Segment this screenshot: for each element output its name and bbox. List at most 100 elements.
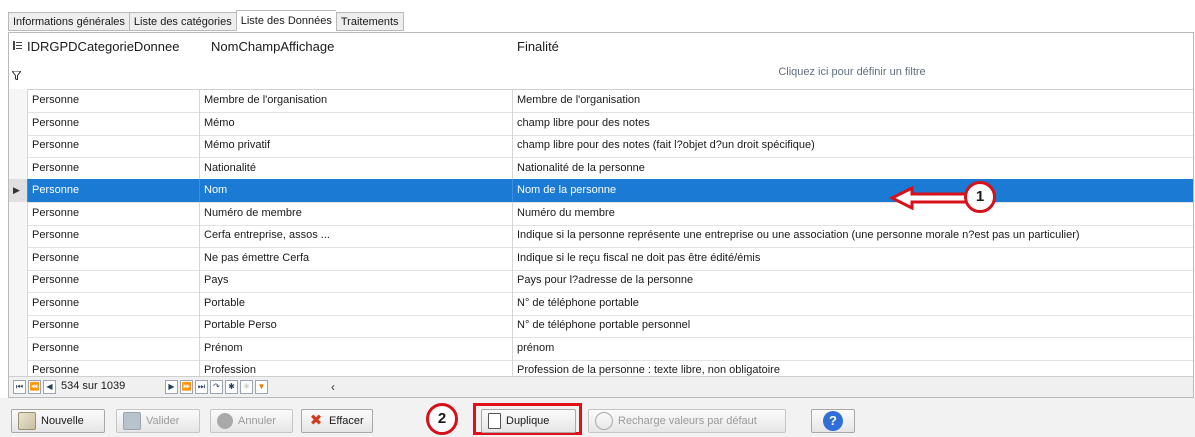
table-cell[interactable]: Nationalité [199,156,512,180]
effacer-button[interactable]: ✖ Effacer [301,409,373,433]
column-header-nomchampaffichage[interactable]: NomChampAffichage [211,39,334,54]
recharge-label: Recharge valeurs par défaut [618,415,757,427]
delete-x-icon: ✖ [309,412,323,429]
recharge-valeurs-button[interactable]: Recharge valeurs par défaut [588,409,786,433]
next-record-icon[interactable]: ▶ [165,380,178,394]
asterisk-icon[interactable]: ✱ [225,380,238,394]
row-selector[interactable] [9,269,28,292]
table-cell[interactable]: Pays [199,269,512,292]
table-row[interactable]: Personne Prénom prénom [9,336,1193,361]
asterisk-disabled-icon: ✳ [240,380,253,394]
table-cell[interactable]: Indique si la personne représente une en… [512,224,1193,247]
column-chooser-icon[interactable] [13,41,22,50]
column-header-idrgpdcategoriedonnee[interactable]: IDRGPDCategorieDonnee [27,39,179,54]
table-cell[interactable]: Personne [27,291,199,315]
table-cell[interactable]: prénom [512,336,1193,360]
table-cell[interactable]: Numéro de membre [199,201,512,225]
table-cell[interactable]: Membre de l'organisation [512,89,1193,112]
tab-traitements[interactable]: Traitements [335,12,404,31]
save-icon [123,412,141,430]
table-cell[interactable]: Mémo privatif [199,134,512,157]
table-row[interactable]: Personne Membre de l'organisation Membre d… [9,89,1193,113]
table-row[interactable]: Personne Portable Perso N° de téléphone po… [9,314,1193,338]
table-row[interactable]: Personne Ne pas émettre Cerfa Indique si l… [9,246,1193,271]
copy-icon [488,413,501,429]
table-cell[interactable]: champ libre pour des notes (fait l?objet… [512,134,1193,157]
callout-2: 2 [426,403,458,435]
cancel-icon [217,413,233,429]
reload-icon [595,412,613,430]
table-cell[interactable]: Ne pas émettre Cerfa [199,246,512,270]
table-row[interactable]: Personne Cerfa entreprise, assos ... Indiq… [9,224,1193,248]
table-cell[interactable]: Personne [27,246,199,270]
tab-liste-categories[interactable]: Liste des catégories [128,12,236,31]
nouvelle-button[interactable]: Nouvelle [11,409,105,433]
table-cell[interactable]: Portable [199,291,512,315]
tab-liste-donnees[interactable]: Liste des Données [235,10,336,31]
table-cell[interactable]: N° de téléphone portable [512,291,1193,315]
tab-informations-generales[interactable]: Informations générales [8,12,129,31]
table-cell[interactable]: Indique si le reçu fiscal ne doit pas êt… [512,246,1193,270]
table-cell[interactable]: Personne [27,179,199,202]
table-cell[interactable]: Personne [27,224,199,247]
table-cell[interactable]: Personne [27,269,199,292]
duplique-button[interactable]: Duplique [481,409,576,433]
table-cell[interactable]: Personne [27,111,199,135]
prev-page-icon[interactable]: ⏪ [28,380,41,394]
row-selector[interactable] [9,134,28,157]
row-selector[interactable] [9,336,28,360]
row-selector[interactable]: ▶ [9,179,28,202]
table-cell[interactable]: Personne [27,201,199,225]
table-cell[interactable]: N° de téléphone portable personnel [512,314,1193,337]
table-row[interactable]: Personne Numéro de membre Numéro du membre [9,201,1193,226]
row-selector[interactable] [9,156,28,180]
help-button[interactable]: ? [811,409,855,433]
grid-header: IDRGPDCategorieDonnee NomChampAffichage … [9,33,1193,57]
column-header-finalite[interactable]: Finalité [517,39,559,54]
valider-button[interactable]: Valider [116,409,200,433]
row-selector[interactable] [9,224,28,247]
table-cell[interactable]: Personne [27,89,199,112]
row-selector[interactable] [9,111,28,135]
row-selector[interactable] [9,291,28,315]
data-grid: IDRGPDCategorieDonnee NomChampAffichage … [8,32,1194,398]
table-cell[interactable]: Personne [27,336,199,360]
row-selector[interactable] [9,201,28,225]
table-cell[interactable]: Prénom [199,336,512,360]
annuler-button[interactable]: Annuler [210,409,293,433]
table-row[interactable]: Personne Mémo privatif champ libre pour de… [9,134,1193,158]
row-selector[interactable] [9,314,28,337]
refresh-icon[interactable]: ↷ [210,380,223,394]
table-cell[interactable]: Nationalité de la personne [512,156,1193,180]
next-page-icon[interactable]: ⏩ [180,380,193,394]
table-cell[interactable]: Nom de la personne [512,179,1193,202]
row-selector[interactable] [9,89,28,112]
table-cell[interactable]: Cerfa entreprise, assos ... [199,224,512,247]
table-cell[interactable]: champ libre pour des notes [512,111,1193,135]
filter-hint[interactable]: Cliquez ici pour définir un filtre [509,66,1193,78]
table-cell[interactable]: Portable Perso [199,314,512,337]
table-cell[interactable]: Personne [27,156,199,180]
table-cell[interactable]: Mémo [199,111,512,135]
table-cell[interactable]: Numéro du membre [512,201,1193,225]
table-row[interactable]: Personne Mémo champ libre pour des notes [9,111,1193,136]
table-cell[interactable]: Personne [27,314,199,337]
callout-arrow [888,186,968,210]
table-cell[interactable]: Membre de l'organisation [199,89,512,112]
table-row[interactable]: Personne Pays Pays pour l?adresse de la pe… [9,269,1193,293]
scroll-left-icon[interactable]: ‹ [331,380,335,394]
current-row-icon: ▶ [13,185,20,195]
row-selector[interactable] [9,246,28,270]
table-row[interactable]: Personne Portable N° de téléphone portable [9,291,1193,316]
table-cell[interactable]: Pays pour l?adresse de la personne [512,269,1193,292]
last-record-icon[interactable]: ⏭ [195,380,208,394]
table-row[interactable]: Personne Nationalité Nationalité de la per… [9,156,1193,181]
duplique-label: Duplique [506,415,550,427]
first-record-icon[interactable]: ⏮ [13,380,26,394]
table-cell[interactable]: Personne [27,134,199,157]
filter-row[interactable]: Cliquez ici pour définir un filtre [9,57,1193,90]
table-cell[interactable]: Nom [199,179,512,202]
prev-record-icon[interactable]: ◀ [43,380,56,394]
table-row[interactable]: ▶ Personne Nom Nom de la personne [9,179,1193,203]
filter-icon[interactable]: ▼ [255,380,268,394]
